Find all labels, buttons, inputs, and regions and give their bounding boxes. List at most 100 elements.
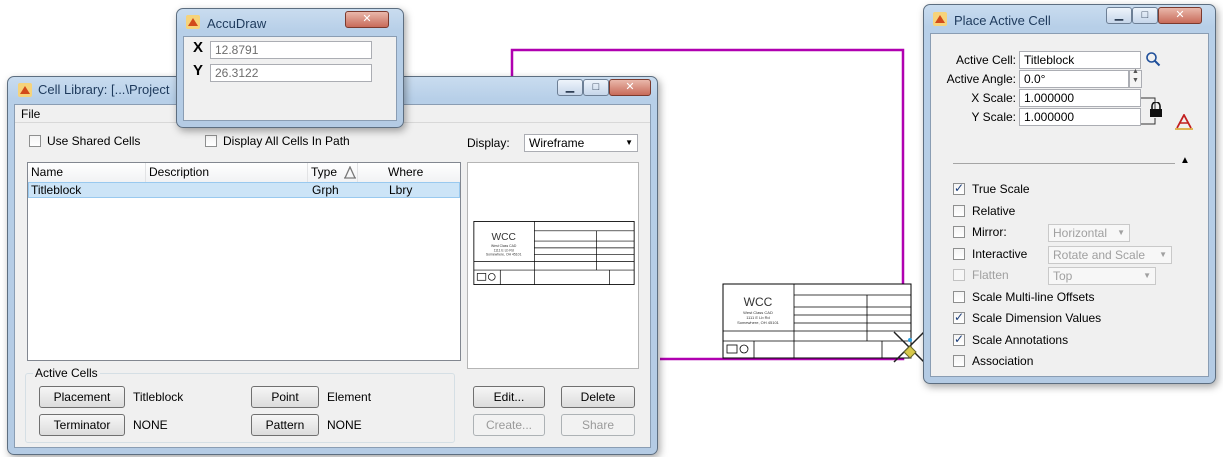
- accudraw-title: AccuDraw: [207, 16, 267, 31]
- x-coordinate-field[interactable]: 12.8791: [210, 41, 372, 59]
- accudraw-close-button[interactable]: ✕: [345, 11, 389, 28]
- window-title: Cell Library: [...\Project: [38, 82, 170, 97]
- pattern-button[interactable]: Pattern: [251, 414, 319, 436]
- point-value: Element: [327, 390, 372, 404]
- cell-list-header: Name Description Type Where: [28, 163, 460, 183]
- x-axis-label: X: [193, 39, 204, 56]
- mirror-select[interactable]: Horizontal ▼: [1048, 224, 1130, 242]
- microstation-app-icon: [186, 15, 200, 29]
- titleblock-drawing[interactable]: WCC West Class CAD 1111 E Lb Rd Somewher…: [722, 283, 912, 359]
- option-row-relative: Relative: [931, 203, 1208, 221]
- flatten-select-value: Top: [1053, 269, 1073, 283]
- spin-up-icon: ▲: [1132, 68, 1139, 75]
- flatten-checkbox[interactable]: [953, 269, 965, 281]
- chevron-down-icon: ▼: [625, 138, 633, 147]
- place-active-cell-title: Place Active Cell: [954, 13, 1051, 28]
- create-button[interactable]: Create...: [473, 414, 545, 436]
- scale-annotations-checkbox[interactable]: [953, 332, 965, 346]
- x-scale-field[interactable]: 1.000000: [1019, 89, 1141, 107]
- type-label: Type: [311, 165, 338, 179]
- display-mode-value: Wireframe: [529, 136, 585, 150]
- terminator-value: NONE: [133, 418, 168, 432]
- relative-label: Relative: [972, 204, 1016, 218]
- close-icon: ✕: [362, 13, 372, 25]
- active-angle-label: Active Angle:: [946, 72, 1016, 86]
- display-label: Display:: [467, 136, 510, 150]
- close-icon: ✕: [625, 81, 635, 93]
- share-button[interactable]: Share: [561, 414, 635, 436]
- interactive-checkbox[interactable]: [953, 248, 965, 260]
- collapse-arrow-icon[interactable]: ▲: [1180, 155, 1190, 166]
- y-axis-label: Y: [193, 62, 204, 79]
- chevron-down-icon: ▼: [1159, 250, 1167, 259]
- delete-button[interactable]: Delete: [561, 386, 635, 408]
- display-all-cells-checkbox[interactable]: [205, 135, 217, 147]
- angle-spinner[interactable]: ▲ ▼: [1129, 68, 1142, 88]
- cell-library-window: Cell Library: [...\Project ▁ □ ✕ File Us…: [7, 76, 658, 455]
- close-button[interactable]: ✕: [609, 79, 651, 96]
- option-row-mirror: Mirror: Horizontal ▼: [931, 224, 1208, 242]
- column-header-where[interactable]: Where: [385, 163, 457, 182]
- maximize-button[interactable]: □: [583, 79, 609, 96]
- annotation-scale-icon: [344, 166, 356, 179]
- placement-button[interactable]: Placement: [39, 386, 125, 408]
- close-icon: ✕: [1175, 9, 1185, 21]
- flatten-select[interactable]: Top ▼: [1048, 267, 1156, 285]
- maximize-icon: □: [1141, 9, 1149, 21]
- column-header-name[interactable]: Name: [28, 163, 146, 182]
- mirror-checkbox[interactable]: [953, 226, 965, 238]
- active-cells-label: Active Cells: [33, 366, 100, 380]
- chevron-down-icon: ▼: [1143, 271, 1151, 280]
- svg-text:WCC: WCC: [491, 232, 515, 243]
- terminator-button[interactable]: Terminator: [39, 414, 125, 436]
- minimize-button[interactable]: ▁: [1106, 7, 1132, 24]
- option-row-interactive: Interactive Rotate and Scale ▼: [931, 246, 1208, 264]
- active-angle-field[interactable]: 0.0°: [1019, 70, 1129, 88]
- x-scale-label: X Scale:: [971, 91, 1016, 105]
- interactive-select[interactable]: Rotate and Scale ▼: [1048, 246, 1172, 264]
- mirror-label: Mirror:: [972, 225, 1007, 239]
- use-shared-cells-checkbox[interactable]: [29, 135, 41, 147]
- cell-preview: WCC West Class CAD 1111 E Lb Rd Somewher…: [467, 162, 639, 369]
- menu-file[interactable]: File: [21, 107, 40, 121]
- column-header-description[interactable]: Description: [146, 163, 308, 182]
- y-scale-field[interactable]: 1.000000: [1019, 108, 1141, 126]
- spin-down-icon: ▼: [1132, 77, 1139, 84]
- svg-text:WCC: WCC: [744, 295, 773, 309]
- association-checkbox[interactable]: [953, 355, 965, 367]
- placement-value: Titleblock: [133, 390, 184, 404]
- mirror-select-value: Horizontal: [1053, 226, 1108, 240]
- microstation-app-icon: [18, 83, 32, 97]
- lock-icon[interactable]: [1149, 102, 1163, 118]
- association-label: Association: [972, 354, 1034, 368]
- y-coordinate-field[interactable]: 26.3122: [210, 64, 372, 82]
- search-icon[interactable]: [1145, 51, 1161, 67]
- display-all-cells-label: Display All Cells In Path: [223, 134, 350, 148]
- cell-list[interactable]: Name Description Type Where Titleblock G…: [27, 162, 461, 361]
- point-button[interactable]: Point: [251, 386, 319, 408]
- y-scale-label: Y Scale:: [971, 110, 1016, 124]
- table-row[interactable]: Titleblock Grph Lbry: [28, 182, 460, 198]
- minimize-icon: ▁: [565, 81, 575, 93]
- relative-checkbox[interactable]: [953, 205, 965, 217]
- cell-type: Grph: [312, 183, 339, 197]
- active-cell-label: Active Cell:: [955, 53, 1016, 67]
- maximize-icon: □: [592, 81, 600, 93]
- interactive-select-value: Rotate and Scale: [1053, 248, 1146, 262]
- option-row-flatten: Flatten Top ▼: [931, 267, 1208, 285]
- annotation-scale-icon[interactable]: [1175, 114, 1193, 130]
- scale-dimension-values-checkbox[interactable]: [953, 310, 965, 324]
- active-cell-field[interactable]: Titleblock: [1019, 51, 1141, 69]
- true-scale-checkbox[interactable]: [953, 181, 965, 195]
- close-button[interactable]: ✕: [1158, 7, 1202, 24]
- scale-multi-line-offsets-checkbox[interactable]: [953, 291, 965, 303]
- display-mode-select[interactable]: Wireframe ▼: [524, 134, 638, 152]
- svg-text:Somewhere, OH 45101: Somewhere, OH 45101: [486, 253, 522, 257]
- titleblock-preview: WCC West Class CAD 1111 E Lb Rd Somewher…: [473, 221, 635, 285]
- use-shared-cells-label: Use Shared Cells: [47, 134, 141, 148]
- accudraw-window: AccuDraw ✕ X 12.8791 Y 26.3122: [176, 8, 404, 128]
- edit-button[interactable]: Edit...: [473, 386, 545, 408]
- maximize-button[interactable]: □: [1132, 7, 1158, 24]
- minimize-button[interactable]: ▁: [557, 79, 583, 96]
- svg-text:West Class CAD: West Class CAD: [491, 244, 517, 248]
